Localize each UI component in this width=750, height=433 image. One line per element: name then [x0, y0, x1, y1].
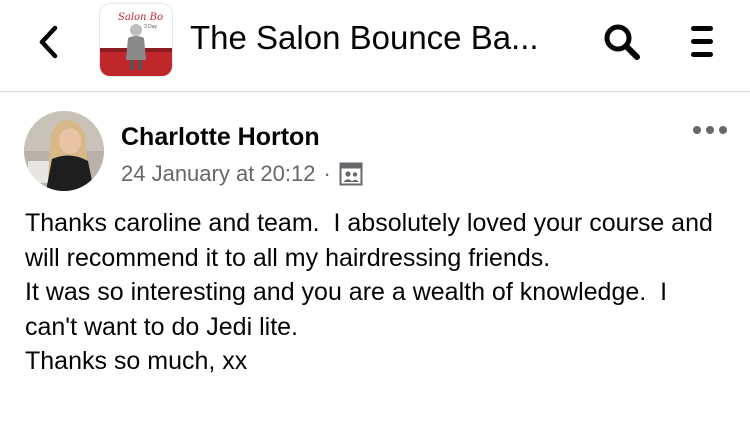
- author-name[interactable]: Charlotte Horton: [121, 122, 320, 152]
- author-avatar[interactable]: [24, 111, 104, 191]
- post-body: Thanks caroline and team. I absolutely l…: [25, 206, 725, 379]
- menu-button[interactable]: [680, 20, 724, 64]
- post-text-line: Thanks so much, xx: [25, 347, 248, 375]
- search-icon: [604, 24, 640, 60]
- group-thumbnail-image: Salon Bo 3 Day: [100, 4, 172, 76]
- hamburger-menu-icon: [691, 26, 713, 57]
- chevron-left-icon: [39, 25, 58, 59]
- thumbnail-subtext: 3 Day: [144, 24, 158, 30]
- avatar-image: [24, 111, 104, 191]
- more-options-icon: [693, 126, 727, 134]
- post-more-button[interactable]: [690, 118, 730, 142]
- group-title[interactable]: The Salon Bounce Ba...: [190, 18, 539, 58]
- group-thumbnail[interactable]: Salon Bo 3 Day: [100, 4, 172, 76]
- meta-separator: ·: [323, 161, 331, 186]
- post-text-line: Thanks caroline and team. I absolutely l…: [25, 209, 720, 272]
- post-text-line: It was so interesting and you are a weal…: [25, 278, 674, 341]
- post-meta: 24 January at 20:12 ·: [121, 160, 363, 188]
- post-timestamp[interactable]: 24 January at 20:12: [121, 160, 315, 188]
- back-button[interactable]: [30, 22, 66, 62]
- group-audience-icon: [339, 162, 363, 186]
- group-header: Salon Bo 3 Day The Salon Bounce Ba...: [0, 0, 750, 92]
- thumbnail-script-text: Salon Bo: [118, 12, 163, 23]
- search-button[interactable]: [600, 20, 644, 64]
